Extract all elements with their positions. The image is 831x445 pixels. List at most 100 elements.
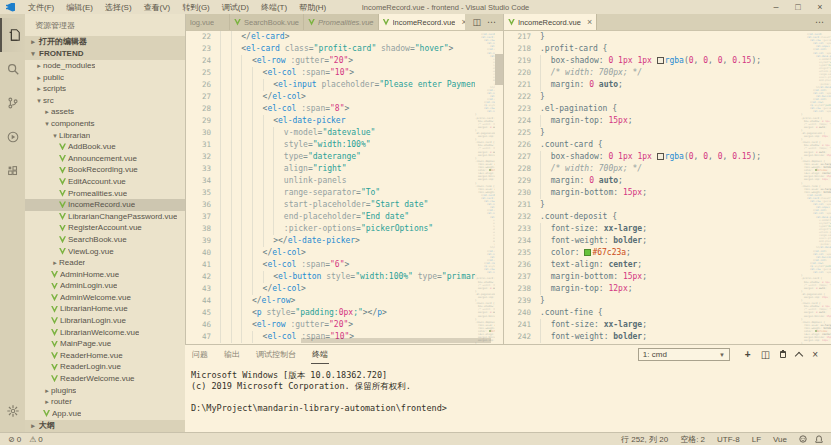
- extensions-icon[interactable]: [0, 154, 25, 188]
- menu-item[interactable]: 编辑(E): [60, 2, 99, 13]
- tab-incomerecord-vue[interactable]: IncomeRecord.vue×: [379, 14, 466, 30]
- close-panel-icon[interactable]: ×: [812, 349, 818, 360]
- outline-header[interactable]: ▸大纲: [25, 420, 185, 432]
- tab-incomerecord-vue[interactable]: IncomeRecord.vue×: [504, 14, 597, 30]
- tree-item[interactable]: ▸public: [25, 72, 185, 84]
- panel-tab-问题[interactable]: 问题: [191, 346, 209, 364]
- tree-item[interactable]: ▾components: [25, 118, 185, 130]
- more-actions-icon[interactable]: ⋯: [487, 17, 496, 27]
- tree-item[interactable]: ▸Reader: [25, 257, 185, 269]
- tree-item[interactable]: ReaderHome.vue: [25, 350, 185, 362]
- tree-item[interactable]: LibrarianWelcome.vue: [25, 327, 185, 339]
- tree-item[interactable]: BookRecording.vue: [25, 164, 185, 176]
- split-editor-icon[interactable]: ◫: [472, 17, 481, 27]
- project-root-header[interactable]: ▾FRONTEND: [25, 48, 185, 60]
- code-line: margin-top: 12px;: [540, 283, 801, 295]
- tree-item[interactable]: ▸assets: [25, 106, 185, 118]
- editor-left[interactable]: 2223242526272829303132333435363738394041…: [186, 31, 503, 344]
- language-mode[interactable]: Vue: [773, 435, 787, 444]
- tree-item-label: IncomeRecord.vue: [68, 199, 135, 211]
- indentation[interactable]: 空格: 2: [680, 434, 705, 445]
- maximize-button[interactable]: □: [787, 2, 809, 12]
- tree-item-label: Reader: [59, 257, 85, 269]
- tree-item[interactable]: EditAccount.vue: [25, 176, 185, 188]
- minimap[interactable]: </el-card> <el-card class="profit-card" …: [475, 31, 495, 344]
- menu-item[interactable]: 选择(S): [99, 2, 138, 13]
- panel-tab-输出[interactable]: 输出: [223, 346, 241, 364]
- editor-right[interactable]: 2172182192202212222232242252262272282292…: [504, 31, 831, 344]
- tree-item-label: ReaderWelcome.vue: [60, 373, 135, 385]
- menu-item[interactable]: 文件(F): [22, 2, 60, 13]
- code-line: margin-top: 15px;: [475, 135, 495, 138]
- warnings-indicator[interactable]: ⚠0: [29, 435, 43, 444]
- manage-gear-icon[interactable]: [0, 394, 25, 428]
- tree-item[interactable]: Promealities.vue: [25, 188, 185, 200]
- tree-item[interactable]: LibrarianLogin.vue: [25, 315, 185, 327]
- split-terminal-icon[interactable]: ◫: [761, 349, 770, 360]
- tree-item[interactable]: AdminLogin.vue: [25, 280, 185, 292]
- terminal-output[interactable]: Microsoft Windows [版本 10.0.18362.720](c)…: [185, 364, 831, 432]
- errors-indicator[interactable]: ⊘0: [8, 435, 21, 444]
- menu-item[interactable]: 查看(V): [138, 2, 177, 13]
- minimap[interactable]: </el-card> <el-card class="profit-card" …: [801, 31, 831, 344]
- panel-tab-终端[interactable]: 终端: [311, 346, 329, 364]
- tree-item[interactable]: LibrarianHome.vue: [25, 303, 185, 315]
- new-terminal-icon[interactable]: +: [745, 349, 751, 360]
- close-icon[interactable]: ×: [587, 17, 592, 27]
- tab-log-vue[interactable]: log.vue: [186, 14, 230, 30]
- code-line: font-weight: bolder;: [540, 235, 801, 247]
- feedback-smiley-icon[interactable]: [799, 435, 807, 443]
- eol[interactable]: LF: [752, 435, 761, 444]
- tree-item[interactable]: ReaderLogin.vue: [25, 361, 185, 373]
- panel-tab-调试控制台[interactable]: 调试控制台: [255, 346, 297, 364]
- notifications-bell-icon[interactable]: [815, 435, 823, 444]
- debug-icon[interactable]: [0, 120, 25, 154]
- source-control-icon[interactable]: [0, 86, 25, 120]
- tree-item[interactable]: MainPage.vue: [25, 338, 185, 350]
- tree-item[interactable]: RegisterAccount.vue: [25, 222, 185, 234]
- explorer-icon[interactable]: [0, 18, 25, 52]
- code-line: margin-top: 15px;: [801, 135, 831, 138]
- open-editors-header[interactable]: ▸打开的编辑器: [25, 36, 185, 48]
- menu-item[interactable]: 调试(D): [216, 2, 255, 13]
- tree-item[interactable]: AdminWelcome.vue: [25, 292, 185, 304]
- code-line: start-placeholder="Start date": [220, 199, 475, 211]
- code-line: margin-bottom: 15px;: [475, 315, 495, 318]
- tree-item[interactable]: ▸router: [25, 396, 185, 408]
- code-line: margin-top: 15px;: [540, 115, 801, 127]
- search-icon[interactable]: [0, 52, 25, 86]
- tree-item[interactable]: ▸plugins: [25, 385, 185, 397]
- tab-promealities-vue[interactable]: Promealities.vue: [304, 14, 378, 30]
- terminal-shell-select[interactable]: 1: cmd▼: [638, 348, 730, 361]
- code-line: .count-card {: [540, 139, 801, 151]
- tree-item[interactable]: App.vue: [25, 408, 185, 420]
- chevron-right-icon: ▸: [35, 60, 43, 72]
- close-button[interactable]: ×: [809, 2, 831, 12]
- tree-item[interactable]: IncomeRecord.vue: [25, 199, 185, 211]
- tree-item[interactable]: ▾Librarian: [25, 130, 185, 142]
- menu-item[interactable]: 帮助(H): [293, 2, 332, 13]
- tab-searchbook-vue[interactable]: SearchBook.vue: [230, 14, 304, 30]
- tree-item-label: src: [43, 95, 54, 107]
- menu-item[interactable]: 转到(G): [176, 2, 216, 13]
- encoding[interactable]: UTF-8: [717, 435, 740, 444]
- tree-item[interactable]: ReaderWelcome.vue: [25, 373, 185, 385]
- scrollbar-horizontal[interactable]: [301, 338, 491, 343]
- minimize-button[interactable]: –: [765, 2, 787, 12]
- vue-file-icon: [51, 317, 58, 324]
- tree-item[interactable]: LibrarianChangePassword.vue: [25, 211, 185, 223]
- tree-item[interactable]: SearchBook.vue: [25, 234, 185, 246]
- kill-terminal-icon[interactable]: [780, 351, 786, 358]
- tree-item[interactable]: ViewLog.vue: [25, 246, 185, 258]
- tree-item[interactable]: AddBook.vue: [25, 141, 185, 153]
- tree-item[interactable]: ▾src: [25, 95, 185, 107]
- tree-item[interactable]: AdminHome.vue: [25, 269, 185, 281]
- more-actions-icon[interactable]: ⋯: [815, 17, 824, 27]
- maximize-panel-icon[interactable]: [796, 350, 802, 359]
- cursor-position[interactable]: 行 252, 列 20: [621, 434, 668, 445]
- tree-item[interactable]: ▸scripts: [25, 83, 185, 95]
- scrollbar-vertical[interactable]: [495, 31, 503, 344]
- tree-item[interactable]: ▸node_modules: [25, 60, 185, 72]
- tree-item[interactable]: Announcement.vue: [25, 153, 185, 165]
- menu-item[interactable]: 终端(T): [255, 2, 293, 13]
